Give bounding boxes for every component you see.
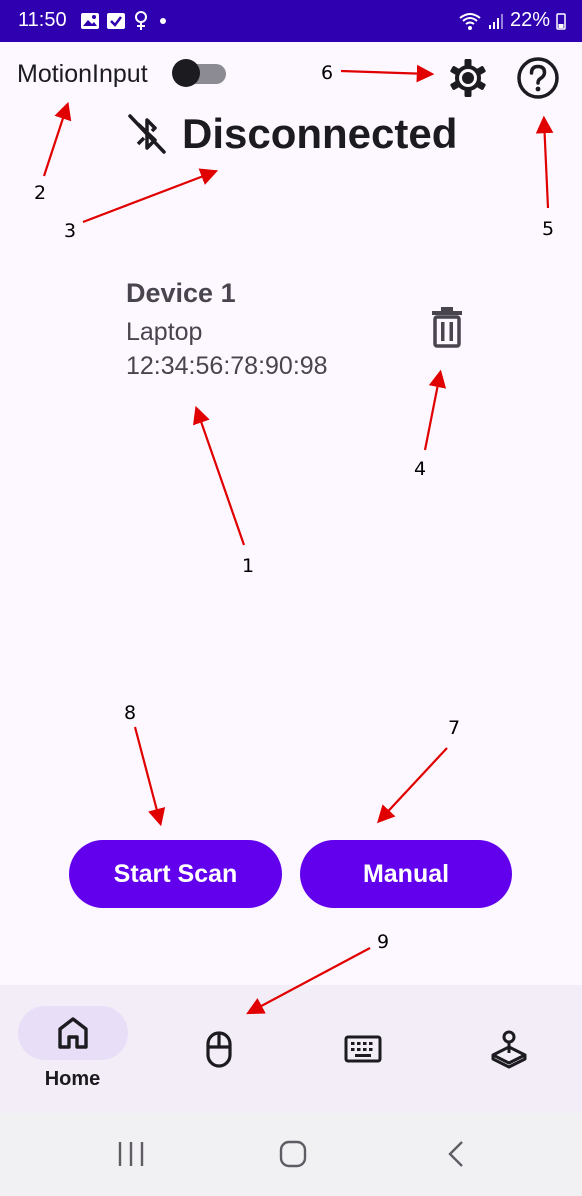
- annotation-label-7: 7: [448, 717, 461, 739]
- signal-icon: [488, 13, 503, 29]
- wifi-icon: [459, 12, 481, 30]
- annotation-arrow-7: [377, 747, 448, 824]
- joystick-icon: [491, 1030, 527, 1069]
- connection-status: Disconnected: [182, 110, 458, 157]
- dot-icon: [160, 18, 166, 24]
- motion-input-toggle[interactable]: [172, 59, 228, 87]
- app-title: MotionInput: [17, 60, 148, 88]
- battery-text: 22%: [509, 9, 550, 31]
- system-navigation-bar: [0, 1113, 582, 1196]
- status-bar: 11:50 22%: [0, 0, 582, 42]
- nav-label-home: Home: [44, 1068, 101, 1090]
- nav-item-mouse[interactable]: [145, 985, 290, 1113]
- status-icons-right: 22%: [458, 9, 566, 32]
- start-scan-button[interactable]: Start Scan: [69, 840, 282, 908]
- check-icon: [107, 13, 125, 29]
- annotation-label-8: 8: [124, 702, 137, 724]
- nav-item-home[interactable]: Home: [0, 985, 145, 1113]
- annotation-arrow-5: [535, 115, 554, 209]
- home-icon: [58, 1017, 88, 1049]
- recent-apps-icon[interactable]: [115, 1140, 147, 1168]
- status-icons-left: [80, 10, 170, 32]
- mouse-icon: [206, 1031, 232, 1068]
- bottom-navigation: Home: [0, 985, 582, 1113]
- nav-item-gamepad[interactable]: [435, 985, 580, 1113]
- device-name[interactable]: Device 1: [126, 278, 236, 309]
- annotation-arrow-1: [193, 405, 246, 546]
- help-button[interactable]: [514, 54, 562, 102]
- annotation-arrow-8: [133, 726, 166, 827]
- annotation-arrow-6: [340, 64, 435, 83]
- annotation-label-6: 6: [321, 62, 334, 84]
- annotation-arrow-2: [42, 101, 72, 177]
- status-time: 11:50: [18, 9, 67, 31]
- keyboard-icon: [344, 1035, 382, 1063]
- annotation-label-3: 3: [64, 220, 77, 242]
- annotation-label-1: 1: [242, 555, 255, 577]
- device-mac-address: 12:34:56:78:90:98: [126, 352, 328, 380]
- image-icon: [81, 13, 99, 29]
- annotation-label-9: 9: [377, 931, 390, 953]
- nav-item-keyboard[interactable]: [290, 985, 435, 1113]
- toggle-thumb: [172, 59, 200, 87]
- annotation-arrow-4: [423, 369, 447, 451]
- annotation-label-2: 2: [34, 182, 47, 204]
- delete-device-button[interactable]: [426, 306, 468, 350]
- annotation-arrow-3: [82, 168, 219, 224]
- settings-button[interactable]: [444, 54, 492, 102]
- device-type: Laptop: [126, 318, 203, 346]
- annotation-label-4: 4: [414, 458, 427, 480]
- back-icon[interactable]: [444, 1139, 468, 1169]
- trash-icon: [432, 307, 462, 348]
- bluetooth-disabled-icon: [124, 110, 170, 158]
- home-nav-icon[interactable]: [278, 1139, 308, 1169]
- female-icon: [135, 11, 147, 30]
- gear-icon: [450, 59, 486, 97]
- help-icon: [517, 57, 559, 99]
- battery-icon: [556, 12, 566, 30]
- annotation-label-5: 5: [542, 218, 555, 240]
- manual-button[interactable]: Manual: [300, 840, 512, 908]
